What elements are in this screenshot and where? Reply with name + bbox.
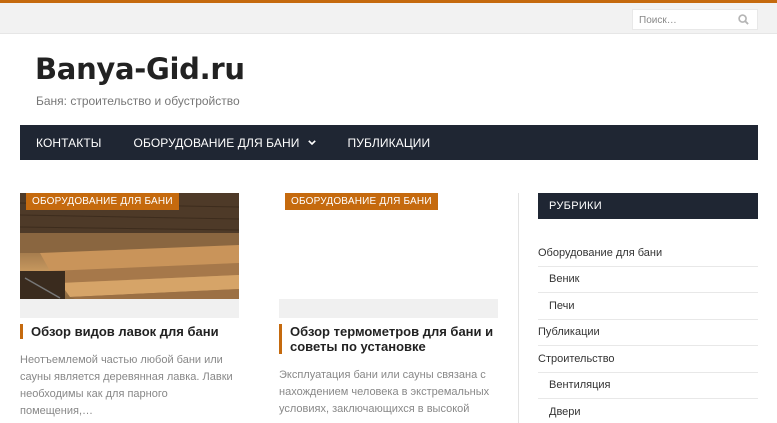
search-icon[interactable] [738,14,749,25]
post-excerpt: Неотъемлемой частью любой бани или сауны… [20,354,233,417]
chevron-down-icon [307,140,316,145]
thumbnail-strip [279,299,498,318]
post-title[interactable]: Обзор видов лавок для бани [20,324,239,339]
nav-item-contacts[interactable]: КОНТАКТЫ [20,125,118,160]
sidebar-divider [518,193,519,423]
category-item[interactable]: Двери [538,399,758,423]
category-item[interactable]: Оборудование для бани [538,240,758,267]
site-description: Баня: строительство и обустройство [36,94,240,108]
category-badge[interactable]: ОБОРУДОВАНИЕ ДЛЯ БАНИ [26,193,179,210]
nav-item-label: КОНТАКТЫ [36,135,102,150]
nav-item-label: ОБОРУДОВАНИЕ ДЛЯ БАНИ [133,135,300,150]
post-title[interactable]: Обзор термометров для бани и советы по у… [279,324,498,354]
main-navigation: КОНТАКТЫ ОБОРУДОВАНИЕ ДЛЯ БАНИ ПУБЛИКАЦИ… [20,125,758,160]
category-item[interactable]: Веник [538,267,758,293]
category-item[interactable]: Печи [538,293,758,320]
site-title[interactable]: Banya-Gid.ru [35,52,245,86]
nav-item-publications[interactable]: ПУБЛИКАЦИИ [332,125,447,160]
top-bar [0,3,777,34]
post-card: ОБОРУДОВАНИЕ ДЛЯ БАНИ Обзор термометров … [279,193,498,423]
post-excerpt: Эксплуатация бани или сауны связана с на… [279,369,490,423]
nav-item-label: ПУБЛИКАЦИИ [347,135,431,150]
search-input[interactable] [633,11,733,30]
category-item[interactable]: Строительство [538,346,758,373]
category-item[interactable]: Вентиляция [538,373,758,399]
nav-item-equipment[interactable]: ОБОРУДОВАНИЕ ДЛЯ БАНИ [118,125,332,160]
post-card: ОБОРУДОВАНИЕ ДЛЯ БАНИ Обзор видов лавок … [20,193,239,420]
search-form [632,9,758,30]
post-thumbnail[interactable]: ОБОРУДОВАНИЕ ДЛЯ БАНИ [279,193,498,299]
thumbnail-strip [20,299,239,318]
categories-widget-title: РУБРИКИ [538,193,758,219]
post-thumbnail[interactable]: ОБОРУДОВАНИЕ ДЛЯ БАНИ [20,193,239,299]
category-badge[interactable]: ОБОРУДОВАНИЕ ДЛЯ БАНИ [285,193,438,210]
category-item[interactable]: Публикации [538,320,758,346]
categories-list: Оборудование для бани Веник Печи Публика… [538,240,758,423]
